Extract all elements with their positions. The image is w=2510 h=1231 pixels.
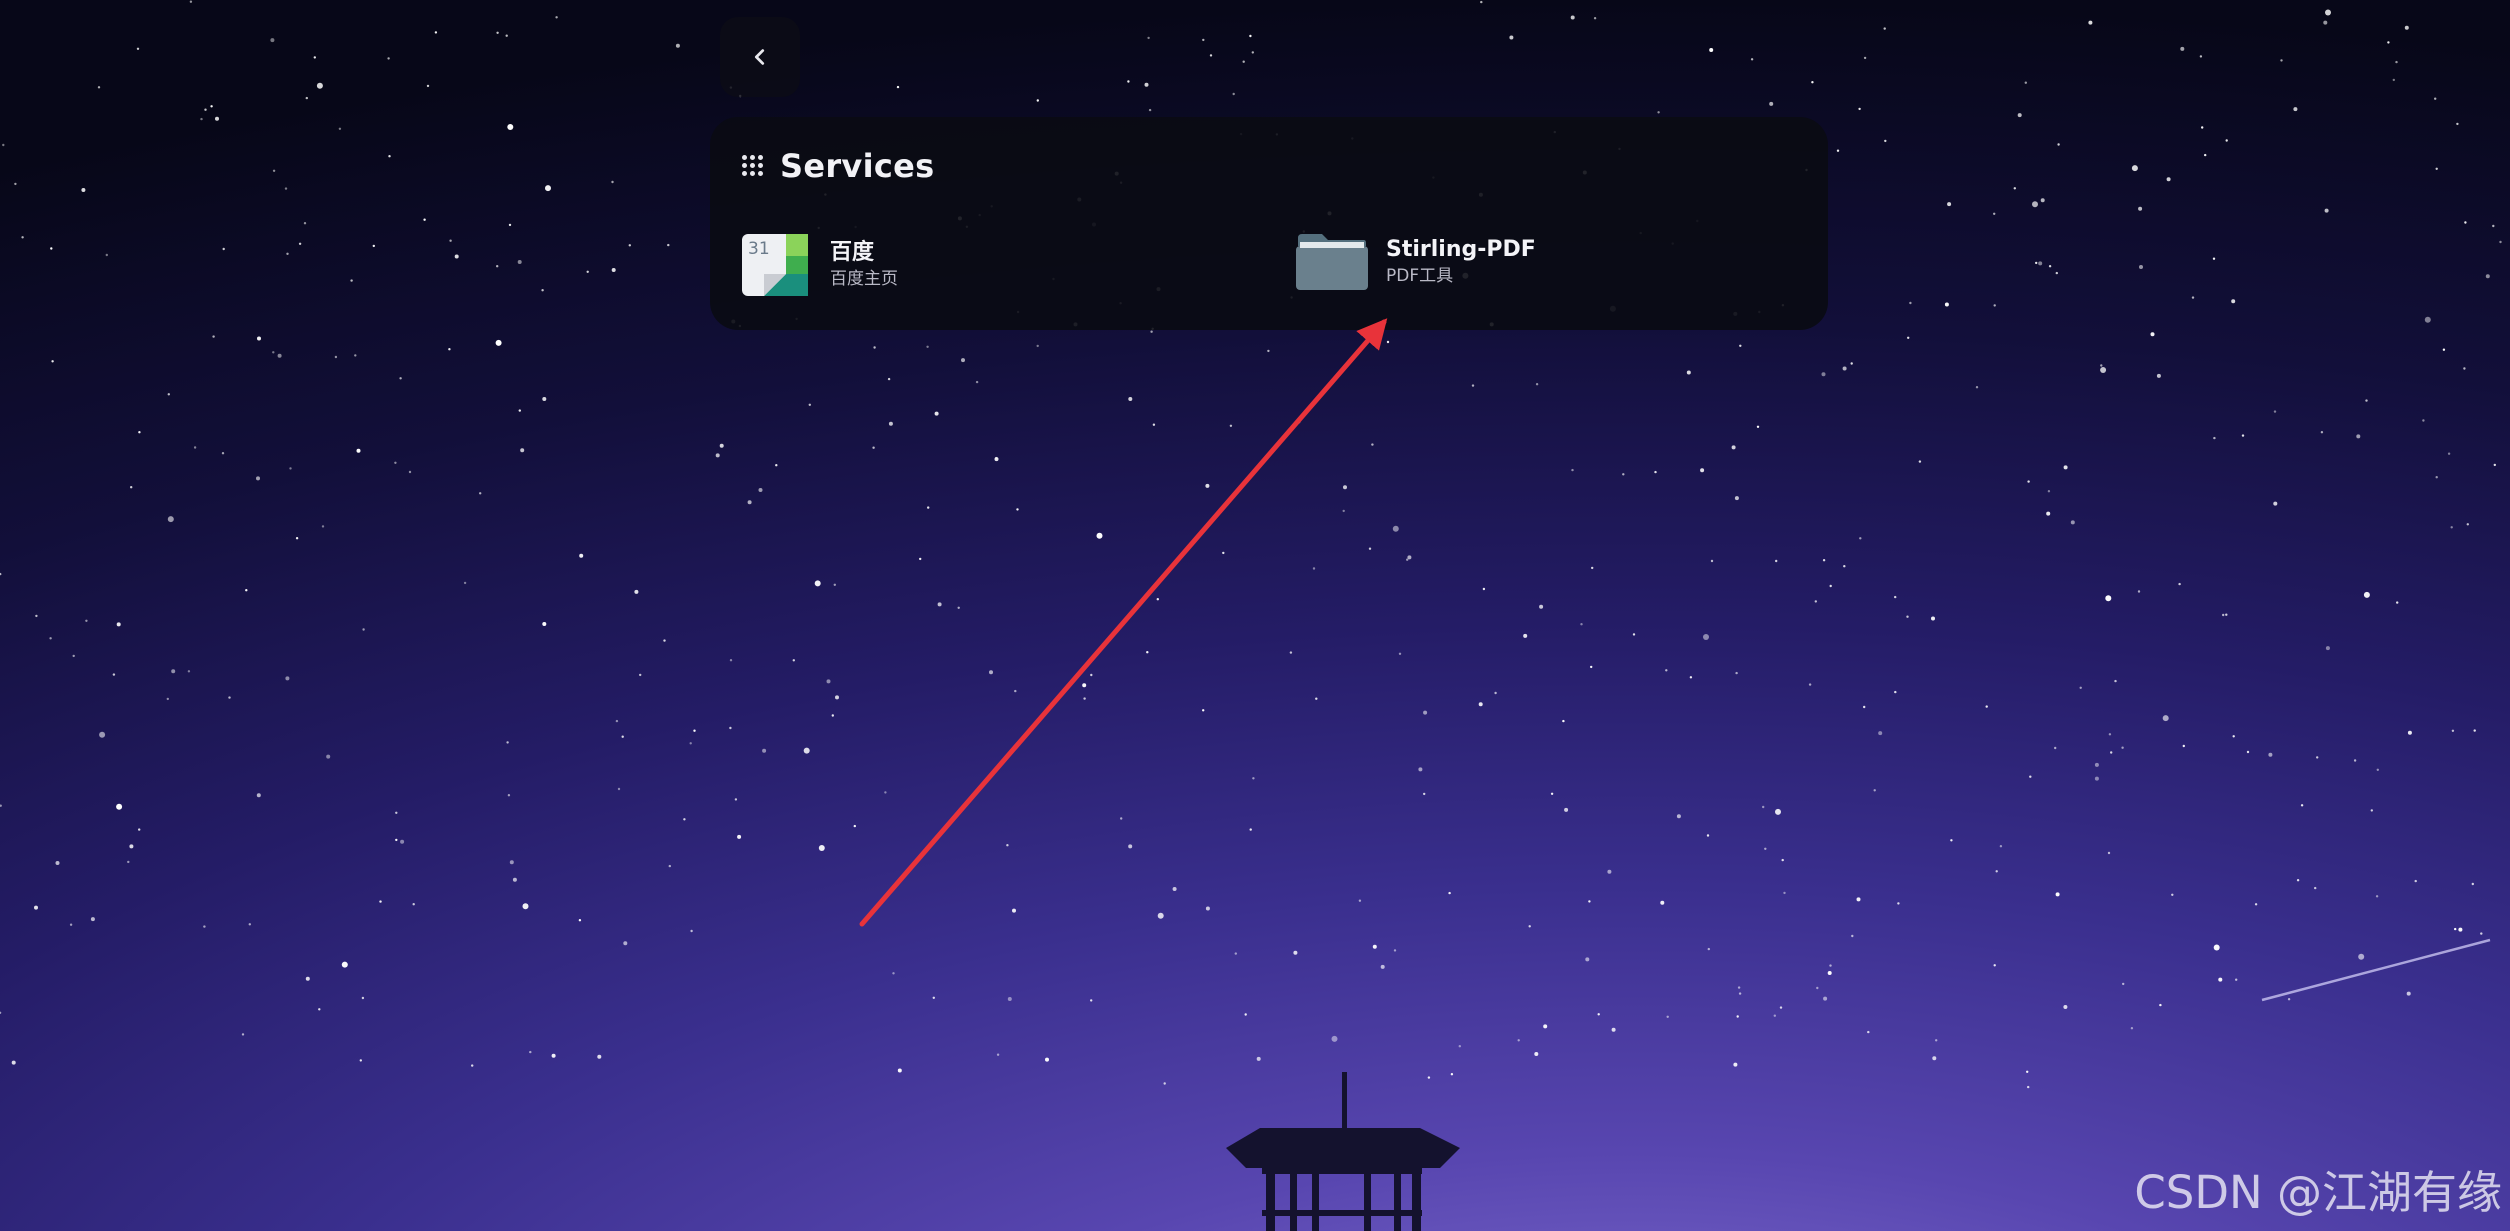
calendar-icon-label: 31: [748, 239, 770, 259]
service-item-baidu[interactable]: 31 百度 百度主页: [742, 232, 898, 298]
chevron-left-icon: [754, 49, 765, 65]
service-description: 百度主页: [830, 269, 898, 289]
panel-title: Services: [780, 147, 935, 185]
panel-header: Services: [742, 147, 934, 185]
service-item-stirling-pdf[interactable]: Stirling-PDF PDF工具: [1294, 232, 1536, 292]
services-panel: Services 31 百度 百度主页 Stirling-PDF PDF工具: [710, 117, 1828, 330]
grid-dots-icon: [742, 155, 764, 177]
watermark: CSDN @江湖有缘: [2134, 1166, 2502, 1219]
calendar-icon: 31: [742, 234, 808, 296]
service-name: Stirling-PDF: [1386, 237, 1536, 262]
service-name: 百度: [830, 240, 875, 265]
service-description: PDF工具: [1386, 266, 1454, 286]
back-button[interactable]: [720, 17, 800, 97]
folder-icon: [1296, 234, 1368, 290]
